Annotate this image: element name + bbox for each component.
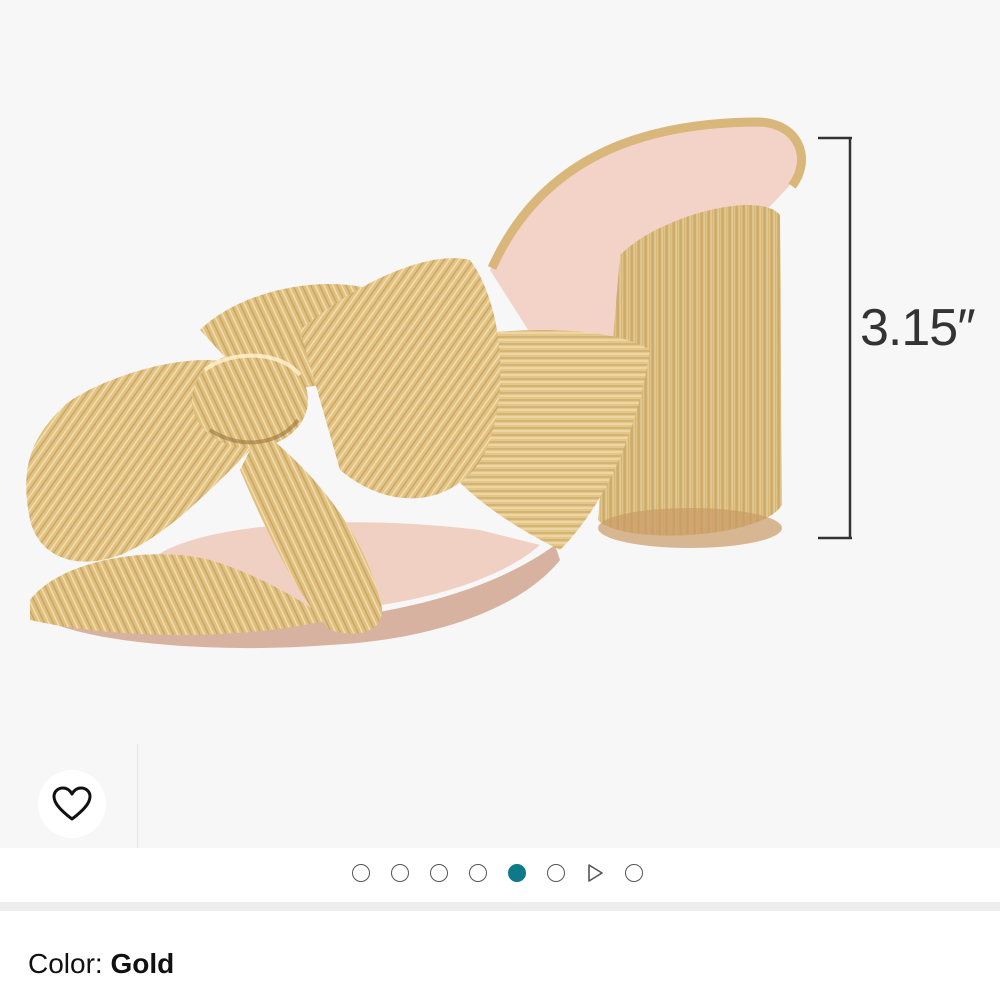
play-icon (588, 864, 603, 882)
wishlist-button[interactable] (38, 770, 106, 838)
carousel-dot[interactable] (430, 864, 448, 882)
carousel-dot[interactable] (625, 864, 643, 882)
carousel-dot[interactable] (469, 864, 487, 882)
color-label: Color: (28, 948, 111, 979)
product-image-gallery[interactable]: 3.15″ (0, 0, 1000, 848)
carousel-dot-active[interactable] (508, 864, 526, 882)
heart-outline-icon (52, 786, 92, 821)
color-value: Gold (110, 948, 175, 979)
product-image[interactable] (0, 0, 1000, 848)
carousel-dot[interactable] (391, 864, 409, 882)
carousel-indicator-bar (0, 848, 1000, 902)
section-divider (0, 902, 1000, 911)
carousel-dots (352, 862, 643, 884)
carousel-dot[interactable] (547, 864, 565, 882)
carousel-dot-video[interactable] (586, 864, 604, 882)
carousel-dot[interactable] (352, 864, 370, 882)
color-variation: Color: Gold (28, 948, 174, 980)
heel-height-label: 3.15″ (860, 299, 976, 357)
